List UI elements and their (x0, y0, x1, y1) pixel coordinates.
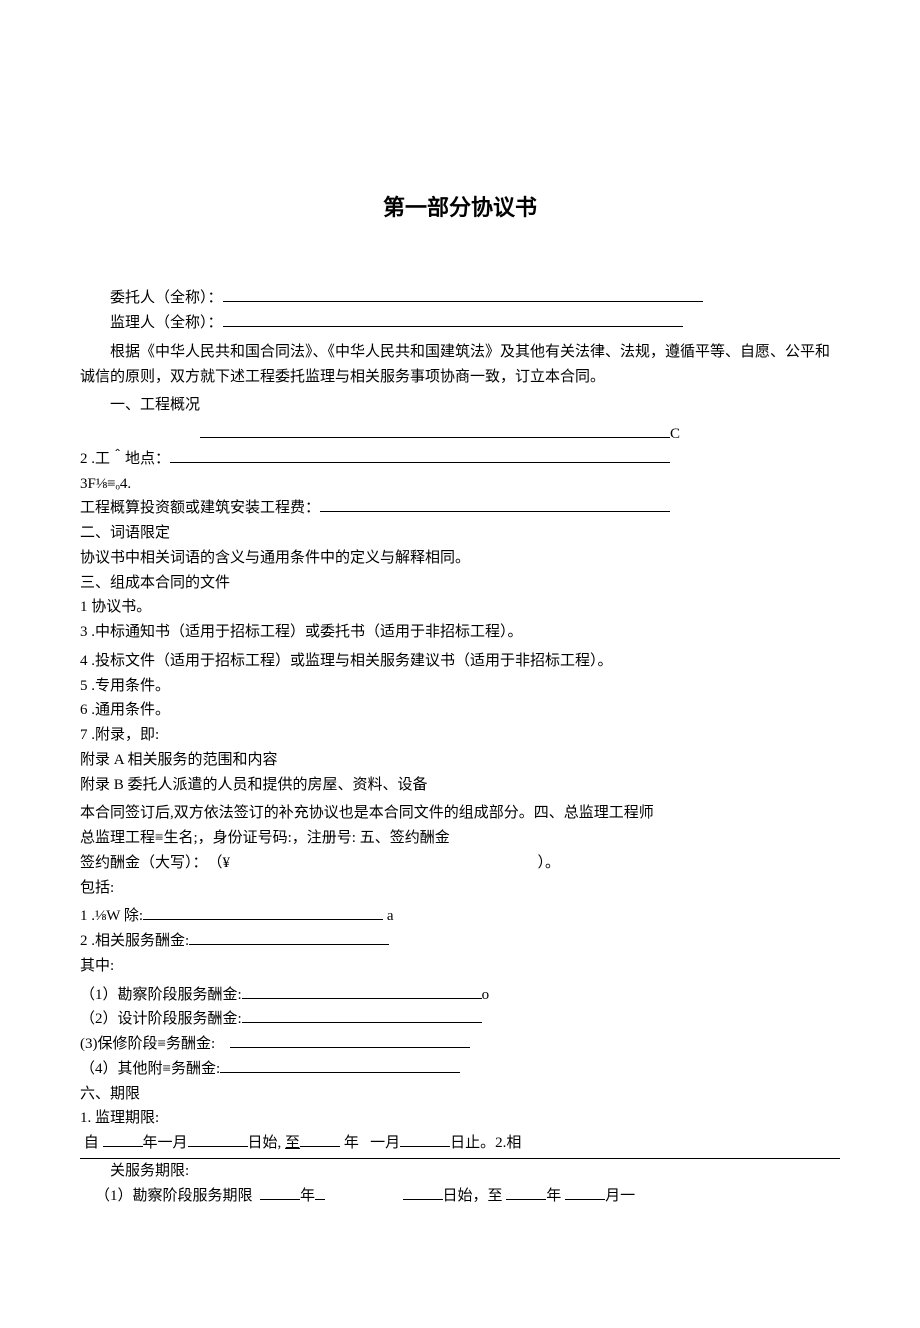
t1-b3 (300, 1131, 340, 1147)
item2: 2 .工＾地点： (80, 447, 840, 472)
t1-b2 (188, 1131, 248, 1147)
doc6: 6 .通用条件。 (80, 698, 840, 723)
t2p1-b1 (260, 1184, 300, 1200)
t2p1-year2: 年 (546, 1188, 561, 1204)
section6-heading: 六、期限 (80, 1082, 840, 1107)
fee2: 2 .相关服务酬金: (80, 929, 840, 954)
doc5: 5 .专用条件。 (80, 674, 840, 699)
t2p1-b1b (315, 1184, 325, 1200)
client-blank (223, 286, 703, 302)
fee1: 1 .⅛W 除: a (80, 904, 840, 929)
phase2-blank (242, 1007, 482, 1023)
supervisor-line: 监理人（全称）： (80, 311, 840, 336)
client-line: 委托人（全称）： (80, 286, 840, 311)
t1-daystart: 日始, (248, 1135, 282, 1151)
phase3-label: (3)保修阶段≡务酬金: (80, 1036, 215, 1052)
term2-phase1: （1）勘察阶段服务期限 年 日始，至 年 月一 (80, 1184, 840, 1209)
client-label: 委托人（全称）： (110, 290, 223, 306)
fee2-blank (189, 929, 389, 945)
item4: 工程概算投资额或建筑安装工程费： (80, 496, 840, 521)
doc3: 3 .中标通知书（适用于招标工程）或委托书（适用于非招标工程）。 (80, 620, 840, 645)
term1-label: 1. 监理期限: (80, 1106, 840, 1131)
appendix-b: 附录 B 委托人派遣的人员和提供的房屋、资料、设备 (80, 773, 840, 798)
section1-heading: 一、工程概况 (80, 393, 840, 418)
t1-to: 至 (285, 1135, 300, 1151)
doc7: 7 .附录，即: (80, 723, 840, 748)
phase3-blank (230, 1032, 470, 1048)
term2-label: 关服务期限: (80, 1159, 840, 1184)
fee-amount: 签约酬金（大写）： （¥ ）。 (80, 851, 840, 876)
doc1: 1 协议书。 (80, 595, 840, 620)
after-sign: 本合同签订后,双方依法签订的补充协议也是本合同文件的组成部分。四、总监理工程师 (80, 801, 840, 826)
blank-line-c: C (80, 422, 840, 447)
t1-year2: 年 (344, 1135, 359, 1151)
fee1-suffix: a (387, 908, 394, 924)
phase1-blank (242, 983, 482, 999)
blank-1 (200, 422, 670, 438)
t1-b1 (103, 1131, 143, 1147)
fee1-label: 1 .⅛W 除: (80, 908, 143, 924)
t1-b4 (400, 1131, 450, 1147)
fee2-label: 2 .相关服务酬金: (80, 933, 189, 949)
t2p1-b4 (565, 1184, 605, 1200)
item4-label: 工程概算投资额或建筑安装工程费： (80, 500, 320, 516)
fee-label-post: ）。 (538, 855, 561, 871)
chief-engineer: 总监理工程≡生名;，身份证号码:，注册号: 五、签约酬金 (80, 826, 840, 851)
phase4-blank (220, 1057, 460, 1073)
item2-label: 2 .工＾地点： (80, 451, 170, 467)
phase4-label: （4）其他附≡务酬金: (80, 1061, 220, 1077)
phase2: （2）设计阶段服务酬金: (80, 1007, 840, 1032)
supervisor-blank (223, 311, 683, 327)
phase1-suffix: o (482, 987, 490, 1003)
t2p1-month2: 月一 (605, 1188, 635, 1204)
wherein: 其中: (80, 954, 840, 979)
phase4: （4）其他附≡务酬金: (80, 1057, 840, 1082)
t2p1-daystart: 日始，至 (443, 1188, 503, 1204)
supervisor-label: 监理人（全称）： (110, 315, 223, 331)
phase1: （1）勘察阶段服务酬金: o (80, 983, 840, 1008)
item4-blank (320, 496, 670, 512)
doc4: 4 .投标文件（适用于招标工程）或监理与相关服务建议书（适用于非招标工程）。 (80, 649, 840, 674)
phase2-label: （2）设计阶段服务酬金: (80, 1011, 242, 1027)
t1-year: 年一月 (143, 1135, 188, 1151)
phase1-label: （1）勘察阶段服务酬金: (80, 987, 242, 1003)
fee1-blank (143, 904, 383, 920)
page-title: 第一部分协议书 (80, 190, 840, 226)
section2-heading: 二、词语限定 (80, 521, 840, 546)
t1-month2: 一月 (370, 1135, 400, 1151)
item2-blank (170, 447, 670, 463)
fee-label-pre: 签约酬金（大写）： （¥ (80, 855, 230, 871)
appendix-a: 附录 A 相关服务的范围和内容 (80, 748, 840, 773)
t2p1-label: （1）勘察阶段服务期限 (95, 1188, 253, 1204)
t1-zi: 自 (84, 1135, 99, 1151)
term1-dates: 自 年一月 日始, 至 年 一月 日止。2.相 (80, 1131, 840, 1156)
t1-dayend: 日止。2.相 (450, 1135, 521, 1151)
section2-text: 协议书中相关词语的含义与通用条件中的定义与解释相同。 (80, 546, 840, 571)
section3-heading: 三、组成本合同的文件 (80, 571, 840, 596)
include-label: 包括: (80, 876, 840, 901)
trailing-c: C (670, 426, 680, 442)
document-page: 第一部分协议书 委托人（全称）： 监理人（全称）： 根据《中华人民共和国合同法》… (0, 0, 920, 1328)
t2p1-b2 (403, 1184, 443, 1200)
t2p1-year: 年 (300, 1188, 315, 1204)
t2p1-b3 (506, 1184, 546, 1200)
preamble: 根据《中华人民共和国合同法》、《中华人民共和国建筑法》及其他有关法律、法规，遵循… (80, 340, 840, 390)
phase3: (3)保修阶段≡务酬金: (80, 1032, 840, 1057)
item3: 3F⅛≡ₒ4. (80, 472, 840, 497)
